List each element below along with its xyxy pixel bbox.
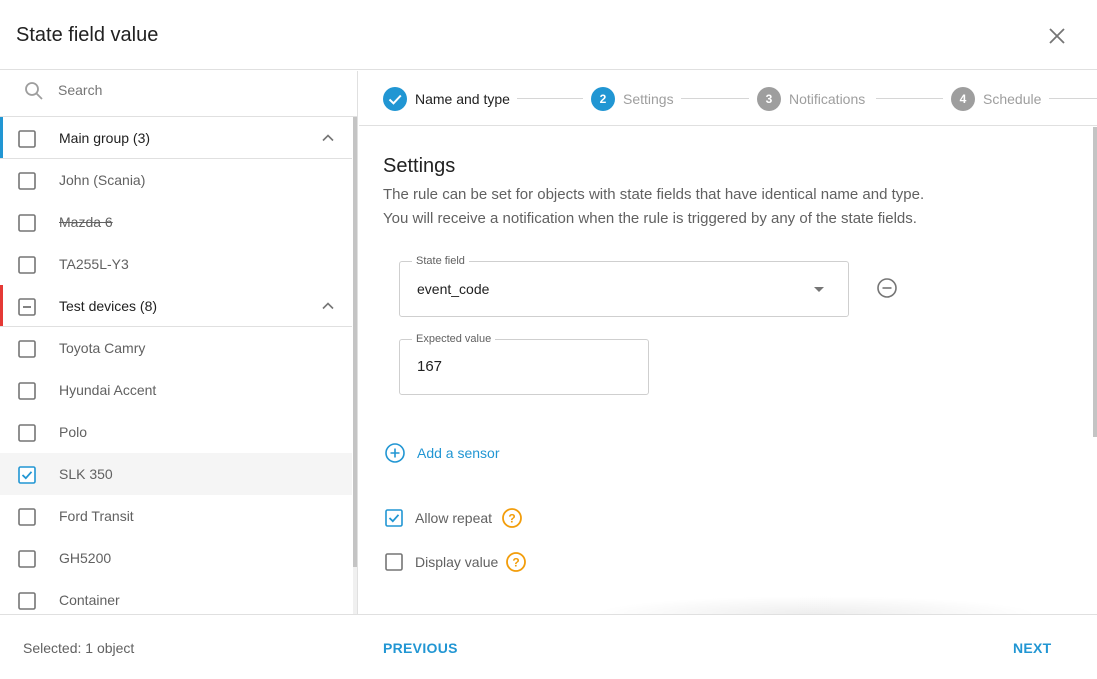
search-bar [0, 71, 357, 117]
svg-text:?: ? [512, 556, 519, 570]
step-label: Name and type [415, 91, 510, 107]
scrollbar-thumb[interactable] [353, 117, 357, 567]
object-list: Main group (3) John (Scania) Mazda 6 TA255L… [0, 117, 352, 614]
step-schedule[interactable]: 4 Schedule [951, 87, 1091, 111]
step-settings[interactable]: 2 Settings [591, 87, 731, 111]
row-checkbox[interactable] [18, 130, 36, 148]
help-icon[interactable]: ? [505, 551, 527, 573]
previous-button[interactable]: PREVIOUS [383, 640, 458, 656]
row-label: Test devices (8) [59, 298, 158, 314]
step-connector [517, 98, 583, 99]
row-checkbox[interactable] [18, 172, 36, 190]
settings-scrollbar[interactable] [1093, 127, 1097, 614]
row-label: Container [59, 592, 120, 608]
state-field-value: event_code [417, 281, 490, 297]
step-label: Settings [623, 91, 674, 107]
row-label: John (Scania) [59, 172, 146, 188]
expected-value-field[interactable]: Expected value 167 [399, 333, 649, 395]
list-item[interactable]: Polo [0, 411, 352, 453]
next-button[interactable]: NEXT [1013, 640, 1052, 656]
row-label: Toyota Camry [59, 340, 146, 356]
row-label: GH5200 [59, 550, 112, 566]
expected-value-label: Expected value [412, 333, 496, 345]
step-label: Notifications [789, 91, 866, 107]
list-item[interactable]: SLK 350 [0, 453, 352, 495]
row-checkbox[interactable] [18, 298, 36, 316]
close-icon[interactable] [1044, 23, 1070, 49]
row-checkbox[interactable] [18, 550, 36, 568]
scrollbar-thumb[interactable] [1093, 127, 1097, 437]
add-circle-icon [384, 442, 406, 464]
row-checkbox[interactable] [18, 424, 36, 442]
search-input[interactable] [58, 79, 338, 101]
list-item[interactable]: Container [0, 579, 352, 614]
description-line: You will receive a notification when the… [383, 210, 917, 227]
row-checkbox[interactable] [18, 466, 36, 484]
wizard-stepper: Name and type 2 Settings 3 Notifications 4 Sch… [359, 71, 1097, 126]
selected-count: Selected: 1 object [23, 640, 135, 656]
state-field-label: State field [412, 255, 469, 267]
list-item[interactable]: GH5200 [0, 537, 352, 579]
row-checkbox[interactable] [18, 340, 36, 358]
step-number: 3 [757, 87, 781, 111]
row-label: Mazda 6 [59, 214, 113, 230]
object-list-scrollbar[interactable] [353, 117, 357, 614]
add-sensor-label: Add a sensor [417, 445, 500, 461]
row-label: Main group (3) [59, 130, 151, 146]
remove-field-icon[interactable] [876, 277, 898, 299]
section-description: The rule can be set for objects with sta… [383, 183, 924, 231]
description-line: The rule can be set for objects with sta… [383, 186, 925, 203]
row-label: Polo [59, 424, 88, 440]
section-title: Settings [383, 155, 456, 177]
row-checkbox[interactable] [18, 214, 36, 232]
step-label: Schedule [983, 91, 1042, 107]
chevron-down-icon [814, 287, 824, 292]
object-panel: Main group (3) John (Scania) Mazda 6 TA255L… [0, 71, 358, 614]
row-label: TA255L-Y3 [59, 256, 129, 272]
row-checkbox[interactable] [18, 382, 36, 400]
help-icon[interactable]: ? [501, 507, 523, 529]
step-number: 2 [591, 87, 615, 111]
check-icon [383, 87, 407, 111]
group-color-marker [0, 285, 3, 326]
group-row[interactable]: Main group (3) [0, 117, 352, 159]
allow-repeat-checkbox[interactable] [385, 509, 403, 527]
dialog-footer: Selected: 1 object PREVIOUS NEXT [0, 614, 1097, 679]
list-item[interactable]: TA255L-Y3 [0, 243, 352, 285]
chevron-up-icon[interactable] [320, 298, 336, 314]
step-name-and-type[interactable]: Name and type [383, 87, 523, 111]
scroll-shadow [590, 596, 1040, 614]
group-color-marker [0, 117, 3, 158]
step-notifications[interactable]: 3 Notifications [757, 87, 897, 111]
row-checkbox[interactable] [18, 592, 36, 610]
display-value-checkbox[interactable] [385, 553, 403, 571]
state-field-select[interactable]: State field event_code [399, 255, 849, 317]
settings-panel: Settings The rule can be set for objects… [359, 127, 1097, 614]
row-label: Ford Transit [59, 508, 134, 524]
dialog-header: State field value [0, 0, 1097, 70]
row-label: Hyundai Accent [59, 382, 157, 398]
search-icon [24, 81, 44, 101]
list-item[interactable]: Toyota Camry [0, 327, 352, 369]
chevron-up-icon[interactable] [320, 130, 336, 146]
display-value-label: Display value [415, 554, 499, 570]
dialog-title: State field value [16, 24, 159, 46]
step-number: 4 [951, 87, 975, 111]
row-checkbox[interactable] [18, 508, 36, 526]
list-item[interactable]: John (Scania) [0, 159, 352, 201]
row-checkbox[interactable] [18, 256, 36, 274]
svg-text:?: ? [508, 512, 515, 526]
list-item[interactable]: Mazda 6 [0, 201, 352, 243]
list-item[interactable]: Ford Transit [0, 495, 352, 537]
row-label: SLK 350 [59, 466, 113, 482]
list-item[interactable]: Hyundai Accent [0, 369, 352, 411]
group-row[interactable]: Test devices (8) [0, 285, 352, 327]
allow-repeat-label: Allow repeat [415, 510, 493, 526]
expected-value-input[interactable]: 167 [417, 358, 442, 375]
